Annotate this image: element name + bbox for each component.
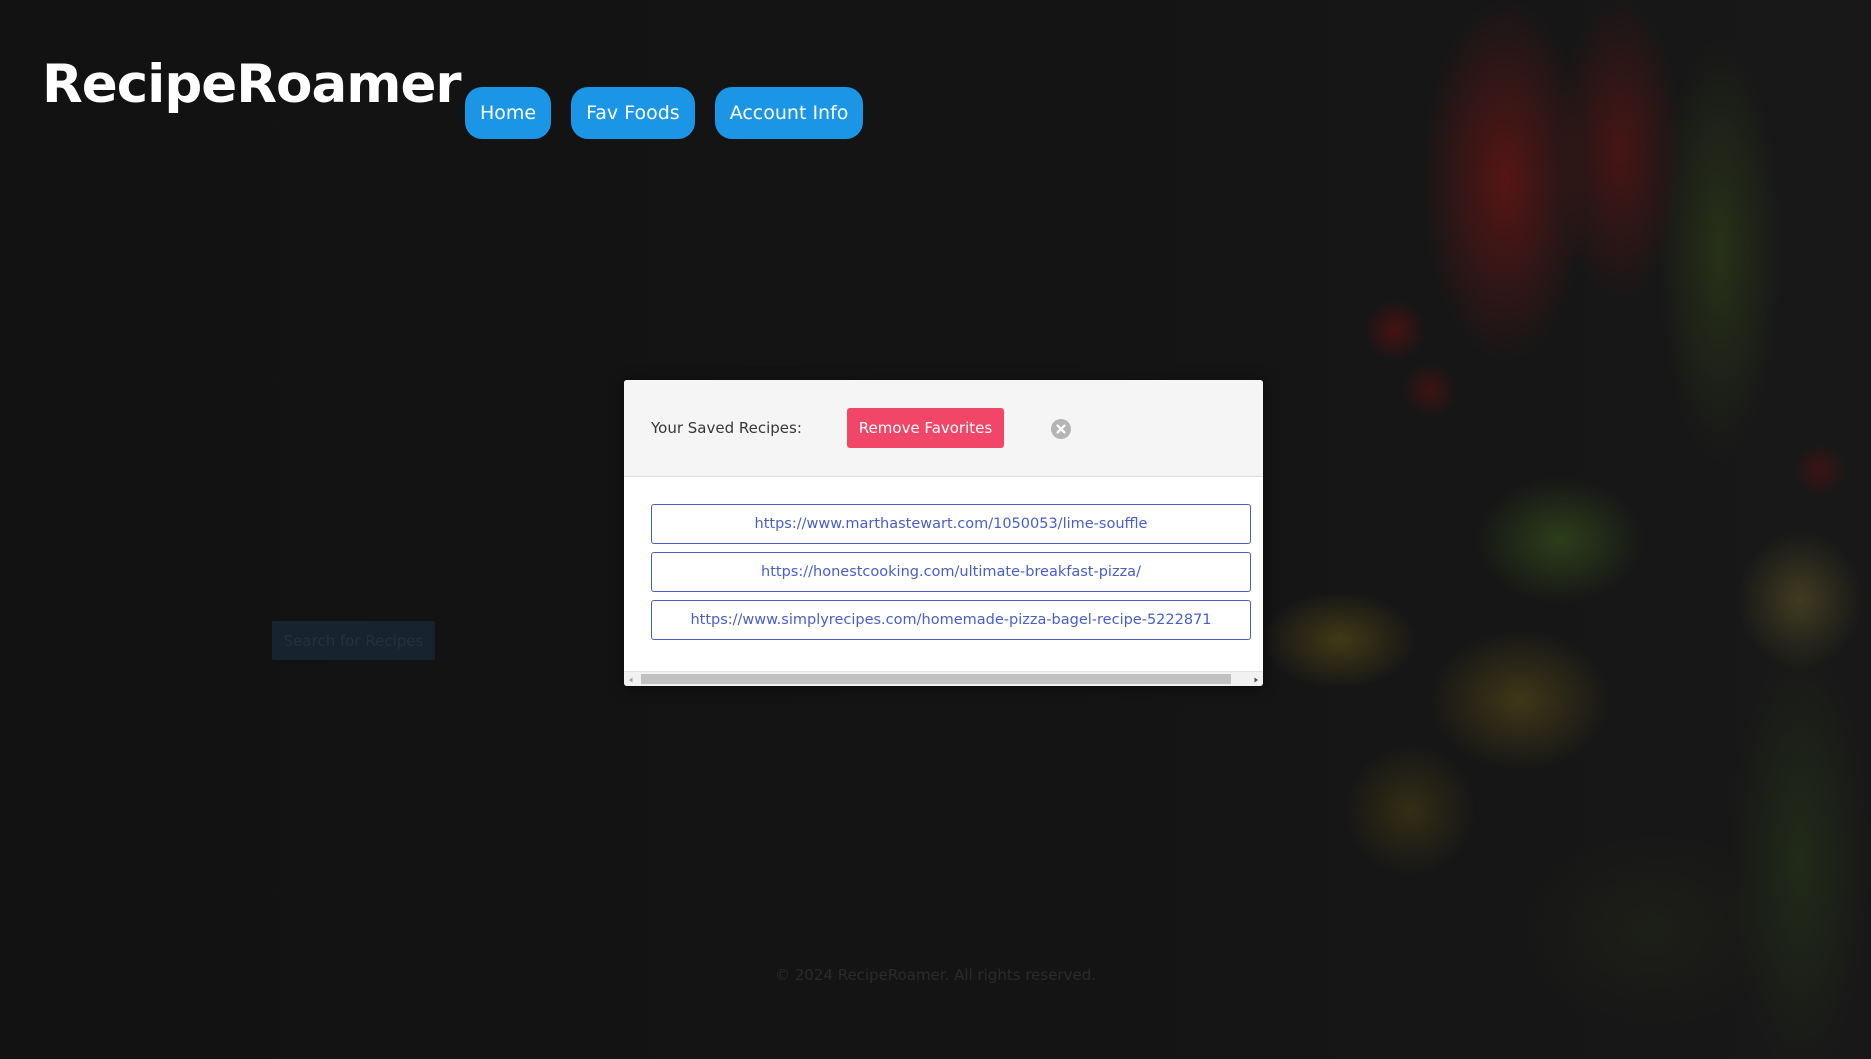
nav-account-info-button[interactable]: Account Info [714,87,864,139]
footer-copyright: © 2024 RecipeRoamer. All rights reserved… [775,966,1096,984]
search-recipes-button[interactable]: Search for Recipes [272,621,435,660]
scroll-left-arrow-icon[interactable] [624,672,638,686]
saved-recipes-modal: Your Saved Recipes: Remove Favorites htt… [624,380,1263,686]
modal-header: Your Saved Recipes: Remove Favorites [624,380,1263,477]
nav-fav-foods-button[interactable]: Fav Foods [571,87,695,139]
saved-recipe-link[interactable]: https://www.simplyrecipes.com/homemade-p… [651,600,1251,640]
saved-recipe-link[interactable]: https://www.marthastewart.com/1050053/li… [651,504,1251,544]
remove-favorites-button[interactable]: Remove Favorites [847,408,1004,448]
main-nav: Home Fav Foods Account Info [465,87,864,139]
nav-home-button[interactable]: Home [465,87,552,139]
modal-body: https://www.marthastewart.com/1050053/li… [624,477,1263,640]
close-icon[interactable] [1051,419,1071,439]
saved-recipe-link[interactable]: https://honestcooking.com/ultimate-break… [651,552,1251,592]
horizontal-scrollbar[interactable] [624,671,1263,686]
scrollbar-thumb[interactable] [641,674,1231,684]
scroll-right-arrow-icon[interactable] [1249,672,1263,686]
site-logo: RecipeRoamer [42,54,462,115]
modal-title: Your Saved Recipes: [651,419,802,437]
